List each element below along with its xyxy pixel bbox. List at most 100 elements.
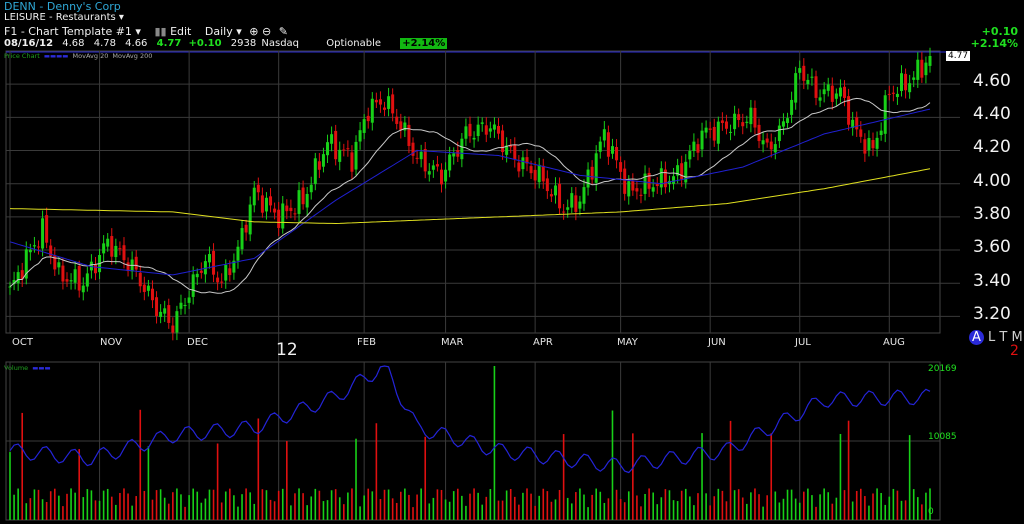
volume-bar [489, 489, 492, 520]
candle-body [114, 245, 118, 258]
candle-body [863, 139, 867, 154]
volume-bar [233, 495, 235, 520]
candle-body [615, 146, 619, 161]
candle-body [908, 83, 912, 93]
candle-body [830, 85, 834, 102]
volume-bar [461, 495, 463, 520]
month-label: MAR [441, 337, 464, 348]
candle-body [252, 187, 256, 206]
candle-body [334, 130, 338, 160]
candle-body [150, 288, 154, 301]
volume-bar [143, 490, 146, 520]
candle-body [142, 284, 146, 292]
volume-bar [399, 491, 402, 520]
volume-tick: 20169 [928, 364, 957, 374]
volume-bar [473, 488, 475, 520]
month-label: APR [533, 337, 553, 348]
volume-bar [815, 506, 817, 520]
candle-body [574, 195, 578, 212]
alert-a-button[interactable]: A [969, 330, 984, 345]
candle-body [260, 195, 264, 213]
candle-body [558, 183, 562, 209]
candle-body [843, 86, 847, 98]
volume-bar [302, 493, 304, 520]
candle-body [297, 190, 301, 214]
volume-bar [900, 500, 903, 520]
volume-bar [448, 501, 451, 520]
volume-bar [481, 504, 484, 520]
candle-body [45, 215, 49, 243]
volume-bar [831, 503, 834, 520]
volume-bar [383, 489, 386, 520]
candle-body [126, 262, 130, 272]
volume-bar [803, 491, 805, 520]
volume-bar [367, 488, 370, 520]
volume-bar [98, 500, 101, 520]
candle-body [582, 187, 586, 204]
volume-bar [269, 499, 272, 520]
candle-body [753, 107, 757, 128]
volume-bar [518, 504, 520, 520]
volume-bar [286, 440, 288, 520]
volume-bar [265, 490, 268, 520]
volume-bar [135, 496, 137, 520]
candle-body [220, 281, 224, 283]
volume-bar [603, 502, 606, 520]
volume-bar [599, 491, 602, 520]
volume-bar [713, 496, 716, 520]
volume-bar [204, 498, 207, 520]
candle-body [924, 62, 928, 76]
volume-bar [786, 489, 789, 520]
volume-bar [566, 497, 569, 520]
candle-body [765, 138, 769, 143]
candle-body [692, 141, 696, 151]
volume-bar [880, 492, 882, 520]
volume-bar [359, 506, 361, 520]
price-tick: 3.20 [973, 304, 1011, 324]
volume-bar [623, 502, 626, 520]
candle-body [175, 311, 179, 333]
candle-body [810, 76, 814, 78]
candle-body [708, 128, 712, 130]
volume-bar [379, 499, 382, 520]
volume-bar [872, 493, 874, 520]
candle-body [887, 93, 891, 95]
candle-body [627, 181, 631, 197]
month-label: JUN [708, 337, 726, 348]
candle-body [36, 246, 40, 248]
month-label: NOV [100, 337, 123, 348]
candle-body [358, 130, 362, 142]
volume-bar [249, 492, 251, 520]
volume-bar [693, 505, 695, 520]
candle-body [452, 153, 456, 157]
candle-body [912, 77, 916, 80]
volume-bar [884, 504, 887, 520]
volume-bar [224, 491, 227, 520]
candle-body [216, 277, 220, 283]
candle-body [207, 254, 211, 263]
volume-bar [29, 498, 32, 520]
volume-bar [216, 443, 219, 520]
volume-bar [176, 488, 178, 520]
candle-body [256, 184, 260, 193]
volume-bar [330, 490, 333, 520]
volume-bar [322, 501, 325, 520]
volume-bar [82, 497, 85, 520]
volume-bar [456, 488, 459, 520]
volume-bar [127, 493, 129, 520]
volume-bar [733, 490, 736, 520]
candle-body [521, 157, 525, 170]
volume-bar [721, 490, 724, 520]
price-volume-chart[interactable] [0, 0, 1024, 524]
volume-bar [115, 504, 117, 520]
volume-bar [404, 488, 406, 520]
volume-bar [131, 505, 133, 520]
candle-body [32, 245, 36, 247]
candle-body [537, 164, 541, 183]
candle-body [415, 157, 419, 159]
volume-bar [575, 492, 577, 520]
candle-body [305, 193, 309, 208]
volume-bar [758, 494, 760, 520]
volume-bar [611, 410, 614, 520]
volume-bar [184, 506, 186, 520]
